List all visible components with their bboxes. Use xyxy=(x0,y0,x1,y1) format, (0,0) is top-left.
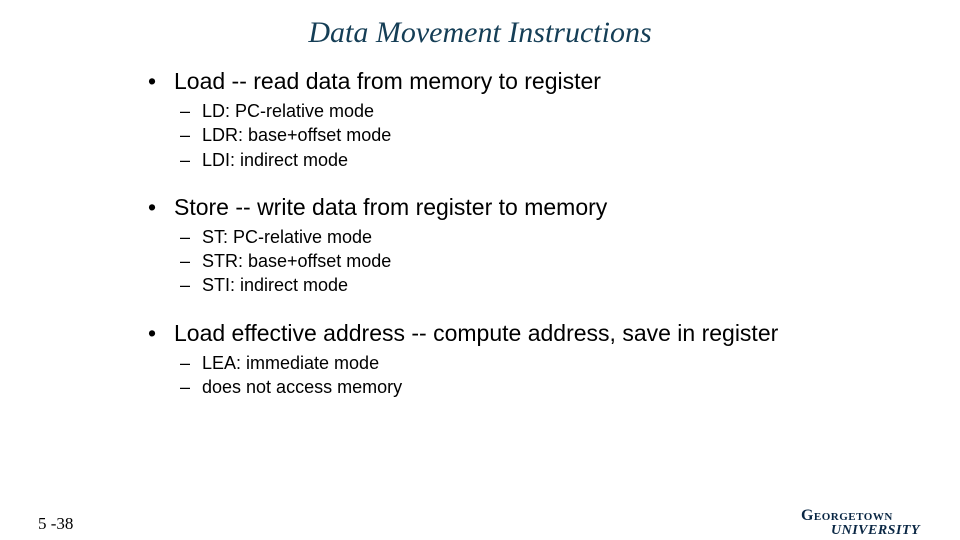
slide-body: Load -- read data from memory to registe… xyxy=(130,68,900,399)
sub-item: does not access memory xyxy=(174,375,900,399)
university-logo: Georgetown UNIVERSITY xyxy=(801,508,920,538)
bullet-store: Store -- write data from register to mem… xyxy=(130,194,900,221)
sub-item: LDI: indirect mode xyxy=(174,148,900,172)
page-number: 5 -38 xyxy=(38,514,73,534)
logo-bottom-text: UNIVERSITY xyxy=(801,524,920,538)
sub-list-store: ST: PC-relative mode STR: base+offset mo… xyxy=(174,225,900,298)
slide-title: Data Movement Instructions xyxy=(0,16,960,50)
sub-item: LEA: immediate mode xyxy=(174,351,900,375)
sub-item: STI: indirect mode xyxy=(174,273,900,297)
sub-item: ST: PC-relative mode xyxy=(174,225,900,249)
logo-top-text: Georgetown xyxy=(801,508,920,524)
sub-item: LD: PC-relative mode xyxy=(174,99,900,123)
bullet-load: Load -- read data from memory to registe… xyxy=(130,68,900,95)
sub-item: STR: base+offset mode xyxy=(174,249,900,273)
bullet-lea: Load effective address -- compute addres… xyxy=(130,320,900,347)
sub-list-lea: LEA: immediate mode does not access memo… xyxy=(174,351,900,400)
sub-list-load: LD: PC-relative mode LDR: base+offset mo… xyxy=(174,99,900,172)
sub-item: LDR: base+offset mode xyxy=(174,123,900,147)
